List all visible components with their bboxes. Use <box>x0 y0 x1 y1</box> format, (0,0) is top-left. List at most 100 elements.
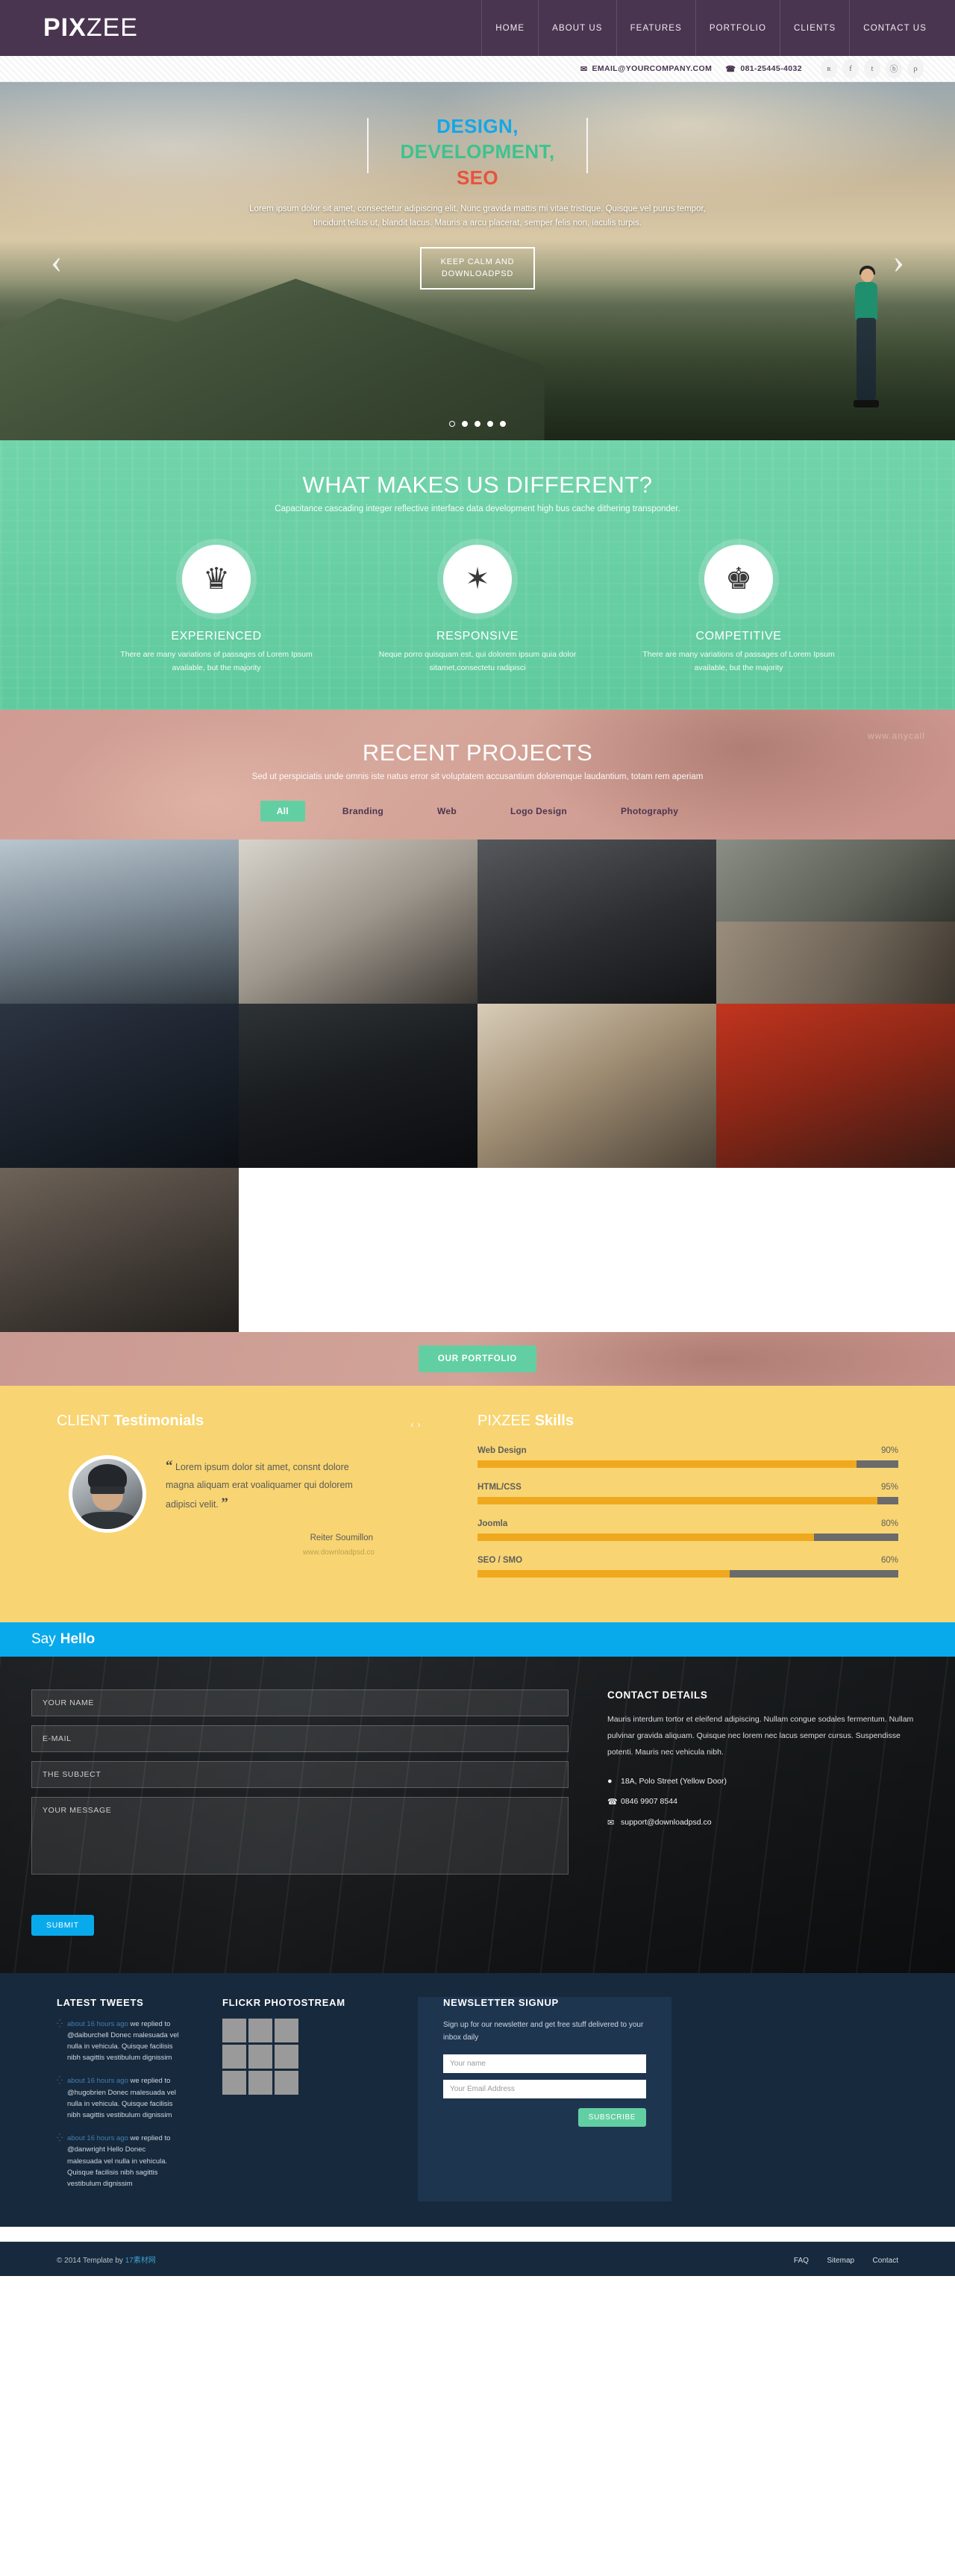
testimonials-next-arrow[interactable]: › <box>417 1419 424 1431</box>
flickr-thumb[interactable] <box>275 2070 298 2095</box>
footer-link-sitemap[interactable]: Sitemap <box>827 2257 854 2265</box>
topbar-email[interactable]: ✉ EMAIL@YOURCOMPANY.COM <box>580 64 712 74</box>
portfolio-item[interactable] <box>0 1003 239 1168</box>
filter-web[interactable]: Web <box>421 801 473 822</box>
testimonials-nav[interactable]: ‹› <box>410 1419 424 1431</box>
nav-item-home[interactable]: HOME <box>481 0 538 56</box>
contact-phone-text: 0846 9907 8544 <box>621 1797 677 1807</box>
pinterest-icon[interactable]: ρ <box>907 59 924 78</box>
flickr-thumb[interactable] <box>275 2044 298 2069</box>
skill-value: 60% <box>880 1555 898 1565</box>
feature-item-experienced: ♛ EXPERIENCED There are many variations … <box>116 545 317 675</box>
filter-logo-design[interactable]: Logo Design <box>494 801 583 822</box>
skill-bar-track <box>478 1569 898 1578</box>
list-item: ⁛ about 16 hours ago we replied to @danw… <box>57 2133 181 2189</box>
contact-topbar: ✉ EMAIL@YOURCOMPANY.COM ☎ 081-25445-4032… <box>0 56 955 82</box>
portfolio-item[interactable] <box>239 839 478 1004</box>
footer-link-faq[interactable]: FAQ <box>794 2257 809 2265</box>
footer-links: FAQ Sitemap Contact <box>779 2253 898 2266</box>
portfolio-footer-band: OUR PORTFOLIO <box>0 1331 955 1386</box>
name-field[interactable] <box>31 1689 569 1716</box>
hero-dot-4[interactable] <box>487 421 493 427</box>
flickr-thumb[interactable] <box>248 2044 272 2069</box>
flickr-thumb[interactable] <box>222 2018 246 2042</box>
portfolio-item[interactable] <box>478 839 716 1004</box>
list-item: ⁛ about 16 hours ago we replied to @hugo… <box>57 2075 181 2121</box>
subject-field[interactable] <box>31 1760 569 1788</box>
nav-item-about-us[interactable]: ABOUT US <box>538 0 616 56</box>
skill-bar-track <box>478 1460 898 1468</box>
tweet-time[interactable]: about 16 hours ago <box>67 2134 128 2142</box>
testimonials-title-light: CLIENT <box>57 1412 110 1429</box>
tweet-time[interactable]: about 16 hours ago <box>67 2020 128 2028</box>
skill-row-html-css: HTML/CSS 95% <box>478 1483 898 1504</box>
facebook-icon[interactable]: f <box>842 59 859 78</box>
phone-icon: ☎ <box>725 64 736 74</box>
say-hello-bar: Say Hello <box>0 1622 955 1657</box>
flickr-thumb[interactable] <box>248 2070 272 2095</box>
footer-bottom-bar: © 2014 Template by 17素材网 FAQ Sitemap Con… <box>0 2242 955 2277</box>
nav-item-contact-us[interactable]: CONTACT US <box>849 0 955 56</box>
nav-item-clients[interactable]: CLIENTS <box>780 0 849 56</box>
nav-item-features[interactable]: FEATURES <box>616 0 695 56</box>
skill-bar-fill <box>478 1460 857 1468</box>
portfolio-item[interactable] <box>716 1003 955 1168</box>
our-portfolio-button[interactable]: OUR PORTFOLIO <box>418 1345 537 1372</box>
hero-line-design: DESIGN, <box>436 115 519 137</box>
flickr-thumb[interactable] <box>248 2018 272 2042</box>
hero-line-seo: SEO <box>456 166 499 189</box>
hero-cta-line1: KEEP CALM AND <box>440 257 515 266</box>
hello-light: Say <box>31 1631 56 1647</box>
tweet-time[interactable]: about 16 hours ago <box>67 2077 128 2085</box>
newsletter-name-input[interactable] <box>443 2054 646 2073</box>
message-field[interactable] <box>31 1796 569 1875</box>
topbar-email-text: EMAIL@YOURCOMPANY.COM <box>592 64 713 73</box>
portfolio-item[interactable] <box>0 839 239 1004</box>
flickr-thumb[interactable] <box>222 2070 246 2095</box>
hero-dot-3[interactable] <box>475 421 480 427</box>
topbar-phone: ☎ 081-25445-4032 <box>725 64 802 74</box>
hero-cta-button[interactable]: KEEP CALM AND DOWNLOADPSD <box>419 246 536 290</box>
portfolio-item[interactable] <box>239 1003 478 1168</box>
newsletter-email-input[interactable] <box>443 2079 646 2098</box>
site-logo[interactable]: PIXZEE <box>43 13 138 43</box>
flickr-title: FLICKR PHOTOSTREAM <box>222 1996 345 2008</box>
hero-slider: ‹ › DESIGN, DEVELOPMENT, SEO Lorem ipsum… <box>0 82 955 440</box>
portfolio-item[interactable] <box>478 1003 716 1168</box>
hero-dot-2[interactable] <box>462 421 468 427</box>
submit-button[interactable]: SUBMIT <box>31 1914 94 1936</box>
subscribe-button[interactable]: SUBSCRIBE <box>577 2107 646 2127</box>
latest-tweets-title: LATEST TWEETS <box>57 1996 144 2008</box>
copyright-link[interactable]: 17素材网 <box>125 2257 156 2265</box>
testimonials-prev-arrow[interactable]: ‹ <box>410 1419 417 1431</box>
hero-dot-1[interactable] <box>449 421 455 427</box>
skill-value: 90% <box>880 1445 898 1455</box>
portfolio-item[interactable] <box>716 839 955 922</box>
contact-email[interactable]: ✉ support@downloadpsd.co <box>607 1818 924 1828</box>
testimonial-author: Reiter Soumillon <box>310 1534 373 1543</box>
footer-tweets: LATEST TWEETS ⁛ about 16 hours ago we re… <box>0 1997 201 2201</box>
portfolio-item[interactable] <box>0 1167 239 1332</box>
portfolio-item[interactable] <box>716 921 955 1004</box>
flickr-thumb[interactable] <box>222 2044 246 2069</box>
badge-star-icon: ✶ <box>443 545 512 613</box>
dribbble-icon[interactable]: ⓑ <box>886 59 902 78</box>
rss-icon[interactable]: ʀ <box>821 59 837 78</box>
copyright: © 2014 Template by 17素材网 <box>57 2254 156 2265</box>
skill-bar-track <box>478 1533 898 1541</box>
email-field[interactable] <box>31 1725 569 1752</box>
footer-link-contact[interactable]: Contact <box>873 2257 898 2265</box>
twitter-icon[interactable]: t <box>864 59 880 78</box>
skill-row-joomla: Joomla 80% <box>478 1519 898 1541</box>
filter-branding[interactable]: Branding <box>326 801 400 822</box>
hero-dot-5[interactable] <box>500 421 506 427</box>
filter-all[interactable]: All <box>260 800 305 822</box>
portfolio-subtitle: Sed ut perspiciatis unde omnis iste natu… <box>251 772 704 781</box>
flickr-thumb[interactable] <box>275 2018 298 2042</box>
feature-text: Neque porro quisquam est, qui dolorem ip… <box>378 650 577 672</box>
hero-next-arrow[interactable]: › <box>893 244 904 278</box>
topbar-phone-text: 081-25445-4032 <box>740 64 802 73</box>
nav-item-portfolio[interactable]: PORTFOLIO <box>695 0 780 56</box>
hero-prev-arrow[interactable]: ‹ <box>51 244 62 278</box>
filter-photography[interactable]: Photography <box>604 801 695 822</box>
